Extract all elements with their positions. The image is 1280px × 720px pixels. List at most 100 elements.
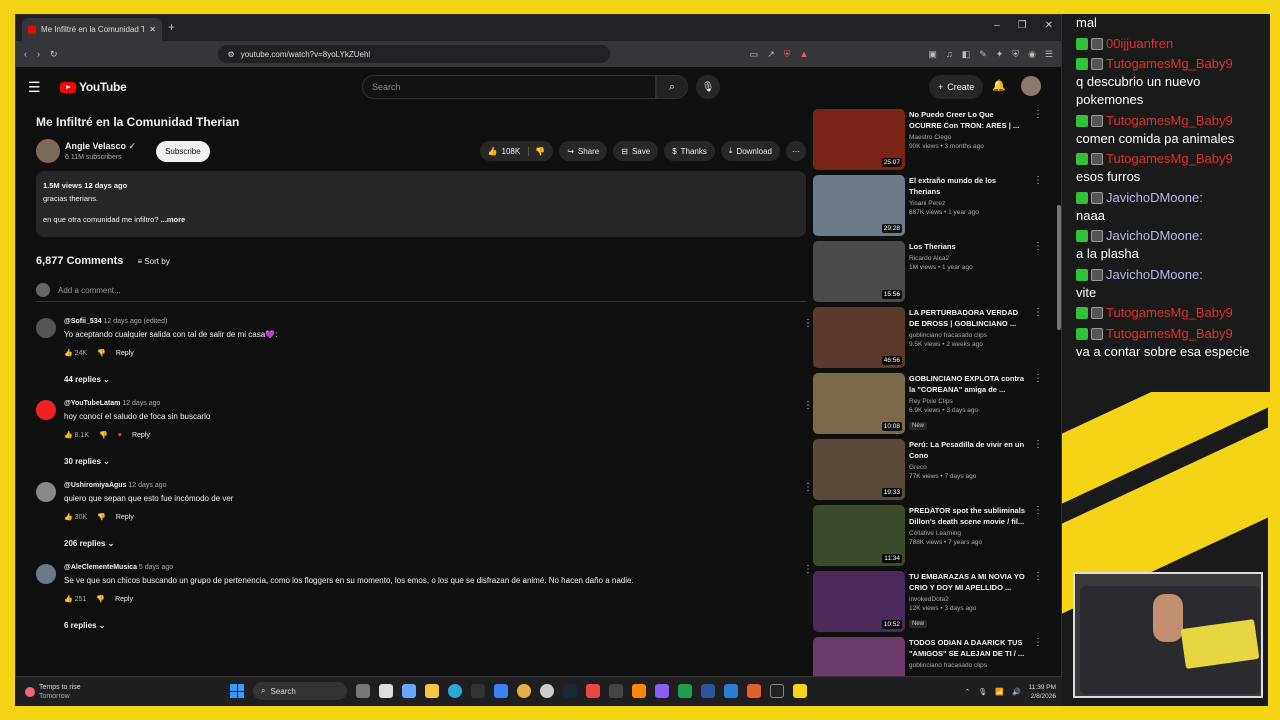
back-icon[interactable]: ‹	[24, 49, 27, 59]
wallet-icon[interactable]: ▣	[928, 49, 937, 60]
store-icon[interactable]	[471, 684, 485, 698]
video-channel[interactable]: invokedDota2	[909, 596, 1027, 603]
video-menu-icon[interactable]: ⋮	[1033, 571, 1043, 582]
video-menu-icon[interactable]: ⋮	[1033, 175, 1043, 186]
video-menu-icon[interactable]: ⋮	[1033, 373, 1043, 384]
profile-icon[interactable]: ◉	[1028, 49, 1036, 60]
chat-username[interactable]: JavichoDMoone:	[1106, 228, 1203, 243]
reload-icon[interactable]: ↻	[50, 49, 58, 60]
start-button[interactable]	[230, 684, 244, 698]
settings-icon[interactable]	[540, 684, 554, 698]
reply-button[interactable]: Reply	[116, 350, 134, 357]
chevron-up-icon[interactable]: ⌃	[964, 688, 970, 696]
scrollbar[interactable]	[1057, 205, 1061, 330]
video-title[interactable]: Perú: La Pesadilla de vivir en un Cono	[909, 439, 1027, 461]
account-avatar[interactable]	[1021, 76, 1041, 96]
chat-username[interactable]: JavichoDMoone:	[1106, 267, 1203, 282]
comment-author[interactable]: @UshiromiyaAgus	[64, 482, 126, 489]
chat-username[interactable]: TutogamesMg_Baby9	[1106, 305, 1233, 320]
video-thumbnail[interactable]: 10:08	[813, 373, 905, 434]
guide-menu-icon[interactable]: ☰	[28, 79, 48, 96]
video-title[interactable]: LA PERTURBADORA VERDAD DE DROSS | GOBLIN…	[909, 307, 1027, 329]
more-actions-button[interactable]: ⋯	[786, 141, 806, 161]
video-channel[interactable]: Collative Learning	[909, 530, 1027, 537]
more-link[interactable]: ...more	[161, 215, 186, 224]
description-box[interactable]: 1.5M views 12 days ago gracias therians.…	[36, 171, 806, 237]
subscribe-button[interactable]: Subscribe	[156, 140, 210, 162]
new-tab-button[interactable]: +	[168, 20, 175, 34]
video-menu-icon[interactable]: ⋮	[1033, 637, 1043, 648]
forward-icon[interactable]: ›	[37, 49, 40, 59]
chat-username[interactable]: JavichoDMoone:	[1106, 190, 1203, 205]
comment-author[interactable]: @YouTubeLatam	[64, 400, 120, 407]
channel-avatar[interactable]	[36, 139, 60, 163]
video-title[interactable]: PREDATOR spot the subliminals Dillon's d…	[909, 505, 1027, 527]
channel-name[interactable]: Angie Velasco ✓	[65, 141, 136, 152]
comment-menu-icon[interactable]: ⋮	[803, 482, 813, 493]
maximize-button[interactable]: ❐	[1018, 20, 1027, 31]
reply-button[interactable]: Reply	[132, 432, 150, 439]
pip-icon[interactable]: ▭	[750, 49, 759, 60]
wifi-icon[interactable]: 📶	[995, 688, 1004, 696]
extensions-icon[interactable]: ✎	[979, 49, 987, 60]
youtube-logo[interactable]: YouTube	[60, 80, 127, 94]
video-title[interactable]: GOBLINCIANO EXPLOTA contra la "COREANA" …	[909, 373, 1027, 395]
recommended-video[interactable]: 10:08 GOBLINCIANO EXPLOTA contra la "CORE…	[813, 373, 1043, 434]
video-channel[interactable]: goblinciano fracasado clips	[909, 662, 1027, 669]
thanks-button[interactable]: $ Thanks	[664, 141, 715, 161]
create-button[interactable]: + Create	[929, 75, 984, 99]
recommended-video[interactable]: 15:56 Los Therians Ricardo Alca2 1M views •…	[813, 241, 1043, 302]
recommended-video[interactable]: 19:33 Perú: La Pesadilla de vivir en un C…	[813, 439, 1043, 500]
video-title[interactable]: No Puedo Creer Lo Que OCURRE Con TRON: A…	[909, 109, 1027, 131]
comment-author[interactable]: @Sofii_534	[64, 318, 102, 325]
like-comment-button[interactable]: 👍 8.1K	[64, 431, 89, 439]
video-title[interactable]: TODOS ODIAN A DAARICK TUS "AMIGOS" SE AL…	[909, 637, 1027, 659]
recommended-video[interactable]: 10:52 TU EMBARAZAS A MI NOVIA YO CRIO Y D…	[813, 571, 1043, 632]
vpn-icon[interactable]: ⛨	[1012, 49, 1019, 60]
terminal-icon[interactable]	[609, 684, 623, 698]
chat-username[interactable]: TutogamesMg_Baby9	[1106, 326, 1233, 341]
video-thumbnail[interactable]: 29:28	[813, 175, 905, 236]
vlc-icon[interactable]	[632, 684, 646, 698]
weather-widget[interactable]: Temps to rise Tomorrow	[25, 683, 81, 701]
video-menu-icon[interactable]: ⋮	[1033, 241, 1043, 252]
music-icon[interactable]: ♫	[946, 49, 953, 60]
obs-icon[interactable]	[770, 684, 784, 698]
app-icon[interactable]	[747, 684, 761, 698]
menu-icon[interactable]: ☰	[1045, 49, 1053, 60]
browser-tab[interactable]: Me Infiltré en la Comunidad The ✕	[22, 18, 162, 41]
commenter-avatar[interactable]	[36, 482, 56, 502]
video-channel[interactable]: Yisani Perez	[909, 200, 1027, 207]
minimize-button[interactable]: –	[994, 20, 1000, 31]
dislike-comment-icon[interactable]: 👎	[97, 349, 106, 357]
video-channel[interactable]: Maestro Ciego	[909, 134, 1027, 141]
replies-toggle[interactable]: 30 replies ⌄	[64, 457, 806, 466]
volume-icon[interactable]: 🔊	[1012, 688, 1021, 696]
task-view-icon[interactable]	[356, 684, 370, 698]
video-menu-icon[interactable]: ⋮	[1033, 439, 1043, 450]
excel-icon[interactable]	[678, 684, 692, 698]
recommended-video[interactable]: 25:07 No Puedo Creer Lo Que OCURRE Con TR…	[813, 109, 1043, 170]
recommended-video[interactable]: 11:34 PREDATOR spot the subliminals Dillo…	[813, 505, 1043, 566]
rewards-icon[interactable]: ▲	[800, 49, 809, 60]
replies-toggle[interactable]: 44 replies ⌄	[64, 375, 806, 384]
twitch-icon[interactable]	[655, 684, 669, 698]
mail-icon[interactable]	[494, 684, 508, 698]
clock[interactable]: 11:39 PM 2/8/2026	[1029, 683, 1056, 701]
recommended-video[interactable]: 29:28 El extraño mundo de los Therians Yis…	[813, 175, 1043, 236]
download-button[interactable]: ⤓ Download	[720, 141, 780, 161]
app-icon[interactable]	[793, 684, 807, 698]
notifications-bell-icon[interactable]: 🔔	[992, 79, 1006, 92]
video-channel[interactable]: Ricardo Alca2	[909, 255, 1027, 262]
dislike-comment-icon[interactable]: 👎	[97, 513, 106, 521]
outlook-icon[interactable]	[724, 684, 738, 698]
voice-search-button[interactable]: 🎙	[696, 75, 720, 99]
commenter-avatar[interactable]	[36, 318, 56, 338]
dislike-icon[interactable]: 👎	[528, 146, 545, 156]
url-field[interactable]: ⚙ youtube.com/watch?v=8yoLYkZUehl	[217, 45, 610, 63]
video-menu-icon[interactable]: ⋮	[1033, 109, 1043, 120]
commenter-avatar[interactable]	[36, 564, 56, 584]
edge-icon[interactable]	[448, 684, 462, 698]
taskbar-search[interactable]: ⌕ Search	[253, 682, 347, 700]
comment-menu-icon[interactable]: ⋮	[803, 318, 813, 329]
